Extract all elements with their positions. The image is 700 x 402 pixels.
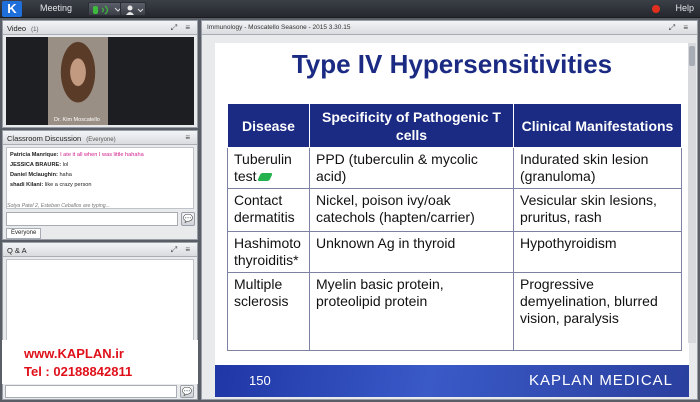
person-icon	[126, 5, 144, 15]
send-chat-button[interactable]: 💬	[181, 212, 195, 226]
watermark-url: www.KAPLAN.ir	[24, 346, 124, 361]
presenter-webcam	[48, 37, 108, 125]
table-row: Hashimoto thyroiditis* Unknown Ag in thy…	[227, 231, 682, 273]
table-cell: PPD (tuberculin & mycolic acid)	[309, 147, 514, 189]
table-cell: Hashimoto thyroiditis*	[227, 231, 310, 273]
table-header-cell: Disease	[227, 103, 310, 148]
hypersensitivity-table: Disease Specificity of Pathogenic T cell…	[227, 103, 682, 351]
watermark-phone: Tel : 02188842811	[24, 364, 133, 379]
panel-controls[interactable]: ⤢ ≡	[171, 23, 193, 33]
chat-text: I ate it all when I was little hahaha	[60, 152, 144, 158]
speech-bubble-icon: 💬	[183, 214, 193, 223]
watermark-overlay: www.KAPLAN.ir Tel : 02188842811	[2, 340, 198, 384]
video-panel-header: Video (1) ⤢ ≡	[3, 21, 197, 35]
table-cell: Myelin basic protein, proteolipid protei…	[309, 272, 514, 351]
table-cell: Nickel, poison ivy/oak catechols (hapten…	[309, 188, 514, 232]
table-row: Contact dermatitis Nickel, poison ivy/oa…	[227, 188, 682, 232]
chat-panel-title: Classroom Discussion	[7, 134, 82, 143]
table-header-cell: Clinical Manifestations	[513, 103, 682, 148]
chat-sender: shadi Kilani:	[10, 182, 44, 188]
table-cell: Multiple sclerosis	[227, 272, 310, 351]
table-cell: Hypothyroidism	[513, 231, 682, 273]
presentation-header: Immunology - Moscatello Seasone - 2015 3…	[202, 21, 697, 35]
tab-everyone[interactable]: Everyone	[6, 228, 42, 239]
speech-bubble-icon: 💬	[182, 387, 192, 396]
pointer-icon	[256, 173, 273, 182]
table-cell: Vesicular skin lesions, pruritus, rash	[513, 188, 682, 232]
presentation-title: Immunology - Moscatello Seasone - 2015 3…	[207, 24, 351, 31]
video-area: Dr. Kim Moscatello	[6, 37, 194, 125]
video-count: (1)	[31, 27, 39, 33]
panel-controls[interactable]: ≡	[185, 133, 193, 142]
recording-indicator	[652, 5, 660, 13]
qa-panel-header: Q & A ⤢ ≡	[3, 243, 197, 257]
chat-text: haha	[59, 172, 72, 178]
table-header-row: Disease Specificity of Pathogenic T cell…	[227, 103, 682, 148]
table-cell: Progressive demyelination, blurred visio…	[513, 272, 682, 351]
table-cell: Unknown Ag in thyroid	[309, 231, 514, 273]
table-row: Multiple sclerosis Myelin basic protein,…	[227, 272, 682, 351]
chat-message: shadi Kilani: like a crazy person	[10, 180, 190, 190]
slide: Type IV Hypersensitivities Disease Speci…	[215, 43, 689, 397]
qa-input[interactable]	[5, 385, 177, 398]
chat-message: Daniel Mclaughin: haha	[10, 170, 190, 180]
chat-message: Patricia Manrique: I ate it all when I w…	[10, 150, 190, 160]
scroll-thumb[interactable]	[689, 46, 695, 66]
meeting-menu[interactable]: Meeting	[40, 3, 72, 13]
chat-audience: (Everyone)	[86, 137, 116, 143]
panel-controls[interactable]: ⤢ ≡	[171, 245, 193, 255]
typing-status: Sotya Patel 2, Esteban Ceballos are typi…	[7, 203, 110, 209]
table-cell: Contact dermatitis	[227, 188, 310, 232]
panel-controls[interactable]: ⤢ ≡	[669, 23, 691, 33]
chat-panel-header: Classroom Discussion (Everyone) ≡	[3, 131, 197, 145]
table-cell: Indurated skin lesion (granuloma)	[513, 147, 682, 189]
presentation-scrollbar[interactable]	[688, 43, 696, 343]
send-question-button[interactable]: 💬	[180, 385, 194, 398]
video-panel-title: Video	[7, 24, 27, 33]
chat-sender: Daniel Mclaughin:	[10, 172, 58, 178]
kaplan-medical-brand: KAPLAN MEDICAL	[528, 372, 673, 389]
chat-input[interactable]	[6, 212, 178, 226]
participant-button[interactable]	[120, 2, 146, 16]
presenter-name: Dr. Kim Moscatello	[54, 117, 100, 123]
slide-title: Type IV Hypersensitivities	[291, 49, 613, 79]
chat-message: JESSICA BRAURE: lol	[10, 160, 190, 170]
slide-footer: 150 KAPLAN MEDICAL	[215, 365, 689, 397]
chat-sender: JESSICA BRAURE:	[10, 162, 62, 168]
chat-text: like a crazy person	[44, 182, 92, 188]
chat-text: lol	[62, 162, 69, 168]
chat-log: Patricia Manrique: I ate it all when I w…	[6, 147, 194, 209]
chat-sender: Patricia Manrique:	[10, 152, 59, 158]
table-header-cell: Specificity of Pathogenic T cells	[309, 103, 514, 148]
table-row: Tuberulin test PPD (tuberculin & mycolic…	[227, 147, 682, 189]
slide-page-number: 150	[249, 373, 271, 388]
qa-panel-title: Q & A	[7, 246, 27, 255]
help-menu[interactable]: Help	[675, 3, 694, 13]
kaplan-logo: K	[2, 1, 22, 17]
chat-panel: Classroom Discussion (Everyone) ≡ Patric…	[2, 130, 198, 240]
presentation-panel: Immunology - Moscatello Seasone - 2015 3…	[201, 20, 698, 400]
table-cell: Tuberulin test	[227, 147, 310, 189]
top-toolbar: K Meeting Help	[0, 0, 700, 18]
video-panel: Video (1) ⤢ ≡ Dr. Kim Moscatello	[2, 20, 198, 128]
